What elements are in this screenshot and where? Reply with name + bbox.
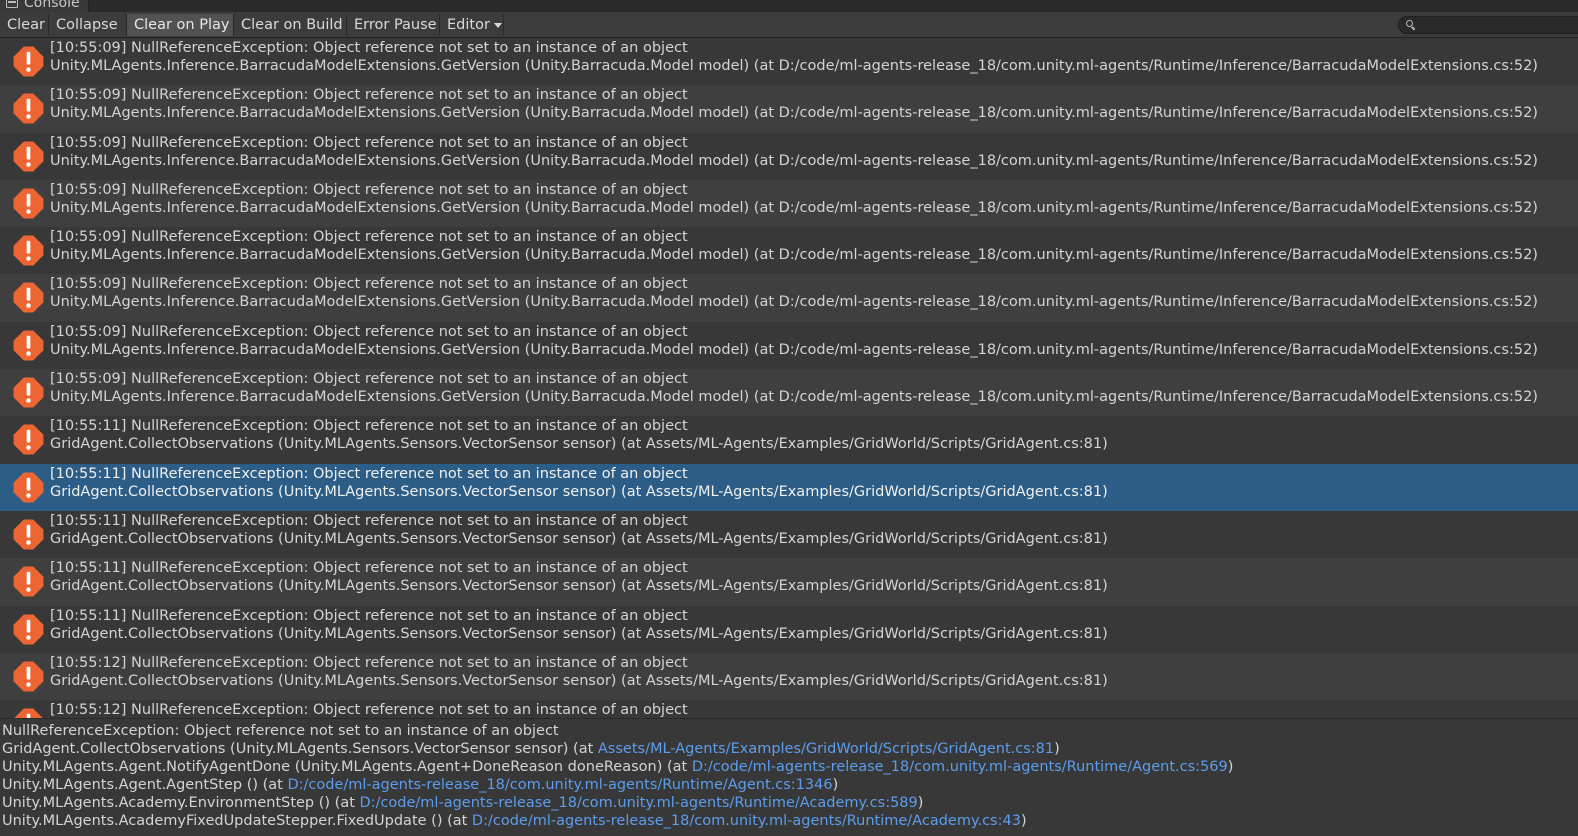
stack-frame-suffix: ) (1227, 759, 1234, 775)
stack-frame-link[interactable]: D:/code/ml-agents-release_18/com.unity.m… (287, 777, 832, 793)
error-icon (13, 424, 44, 455)
error-icon (13, 283, 44, 313)
clear-button[interactable]: Clear (0, 14, 49, 36)
log-stack-line: Unity.MLAgents.Inference.BarracudaModelE… (50, 152, 1538, 169)
error-icon (13, 235, 44, 266)
log-stack-line: GridAgent.CollectObservations (Unity.MLA… (50, 578, 1108, 595)
log-entry-row[interactable]: [10:55:09] NullReferenceException: Objec… (0, 179, 1578, 228)
log-stack-line: Unity.MLAgents.Inference.BarracudaModelE… (50, 341, 1538, 358)
stack-frame-link[interactable]: D:/code/ml-agents-release_18/com.unity.m… (692, 759, 1228, 775)
error-icon (13, 330, 44, 361)
error-icon (13, 93, 44, 124)
stack-frame-text: Unity.MLAgents.Agent.AgentStep () (at (2, 777, 288, 793)
log-message: [10:55:12] NullReferenceException: Objec… (50, 702, 688, 718)
editor-dropdown-label: Editor (447, 17, 490, 33)
error-icon (13, 566, 44, 597)
log-entry-row[interactable]: [10:55:12] NullReferenceException: Objec… (0, 700, 1578, 718)
stack-frame-suffix: ) (1054, 741, 1060, 757)
error-icon (13, 377, 44, 408)
stack-frame-suffix: ) (917, 795, 924, 811)
editor-dropdown[interactable]: Editor (440, 14, 504, 36)
log-stack-line: Unity.MLAgents.Inference.BarracudaModelE… (50, 199, 1538, 216)
log-entry-row[interactable]: [10:55:09] NullReferenceException: Objec… (0, 369, 1578, 417)
log-message: [10:55:11] NullReferenceException: Objec… (50, 560, 688, 577)
console-tab-label: Console (24, 0, 80, 11)
log-entry-row[interactable]: [10:55:12] NullReferenceException: Objec… (0, 652, 1578, 701)
console-tab[interactable]: Console (0, 0, 89, 12)
log-stack-line: Unity.MLAgents.Inference.BarracudaModelE… (50, 105, 1538, 122)
log-message: [10:55:09] NullReferenceException: Objec… (50, 371, 688, 388)
log-entry-row[interactable]: [10:55:11] NullReferenceException: Objec… (0, 605, 1578, 653)
log-message: [10:55:11] NullReferenceException: Objec… (50, 607, 688, 624)
stack-frame-text: Unity.MLAgents.Academy.EnvironmentStep (… (2, 795, 360, 811)
log-message: [10:55:11] NullReferenceException: Objec… (50, 418, 688, 435)
stack-frame: Unity.MLAgents.Agent.NotifyAgentDone (Un… (2, 758, 1578, 776)
error-icon (13, 472, 44, 503)
log-message: [10:55:09] NullReferenceException: Objec… (50, 323, 688, 340)
log-stack-line: GridAgent.CollectObservations (Unity.MLA… (50, 530, 1108, 547)
stack-frame-suffix: ) (832, 777, 839, 793)
log-stack-line: Unity.MLAgents.Inference.BarracudaModelE… (50, 247, 1538, 264)
error-icon (13, 188, 44, 219)
log-entry-row[interactable]: [10:55:11] NullReferenceException: Objec… (0, 558, 1578, 606)
chevron-down-icon (493, 22, 502, 28)
log-message: [10:55:09] NullReferenceException: Objec… (50, 276, 688, 293)
log-entry-row[interactable]: [10:55:09] NullReferenceException: Objec… (0, 85, 1578, 133)
stack-frame: Unity.MLAgents.AcademyFixedUpdateStepper… (2, 812, 1578, 830)
error-icon (13, 46, 44, 77)
log-stack-line: GridAgent.CollectObservations (Unity.MLA… (50, 483, 1108, 500)
console-window-icon (6, 0, 18, 8)
error-icon (13, 141, 44, 172)
log-stack-line: GridAgent.CollectObservations (Unity.MLA… (50, 625, 1108, 642)
console-toolbar: Clear Collapse Clear on Play Clear on Bu… (0, 12, 1578, 38)
search-icon (1406, 20, 1413, 27)
clear-on-build-button[interactable]: Clear on Build (234, 14, 347, 36)
log-message: [10:55:12] NullReferenceException: Objec… (50, 654, 688, 671)
collapse-button[interactable]: Collapse (49, 14, 127, 36)
log-entry-row[interactable]: [10:55:09] NullReferenceException: Objec… (0, 38, 1578, 86)
error-icon (13, 614, 44, 645)
stack-trace-panel: NullReferenceException: Object reference… (0, 718, 1578, 836)
log-stack-line: Unity.MLAgents.Inference.BarracudaModelE… (50, 294, 1538, 311)
stack-trace-header: NullReferenceException: Object reference… (2, 723, 559, 739)
stack-frame-link[interactable]: Assets/ML-Agents/Examples/GridWorld/Scri… (598, 741, 1054, 757)
log-entry-row[interactable]: [10:55:11] NullReferenceException: Objec… (0, 463, 1578, 511)
stack-frame: Unity.MLAgents.Agent.AgentStep () (at D:… (2, 776, 1578, 794)
log-message: [10:55:11] NullReferenceException: Objec… (50, 465, 688, 482)
stack-frame-text: GridAgent.CollectObservations (Unity.MLA… (2, 741, 598, 757)
log-entry-row[interactable]: [10:55:09] NullReferenceException: Objec… (0, 132, 1578, 180)
log-message: [10:55:09] NullReferenceException: Objec… (50, 134, 688, 151)
log-message: [10:55:09] NullReferenceException: Objec… (50, 229, 688, 246)
log-entry-list[interactable]: [10:55:09] NullReferenceException: Objec… (0, 38, 1578, 718)
log-stack-line: Unity.MLAgents.Inference.BarracudaModelE… (50, 389, 1538, 406)
stack-frame: Unity.MLAgents.Academy.EnvironmentStep (… (2, 794, 1578, 812)
error-icon (13, 661, 44, 692)
log-message: [10:55:09] NullReferenceException: Objec… (50, 181, 688, 198)
clear-on-play-button[interactable]: Clear on Play (127, 14, 234, 36)
stack-frame-text: Unity.MLAgents.AcademyFixedUpdateStepper… (2, 813, 472, 829)
search-box[interactable] (1398, 16, 1578, 34)
stack-frame-suffix: ) (1020, 813, 1027, 829)
log-message: [10:55:09] NullReferenceException: Objec… (50, 40, 688, 56)
log-entry-row[interactable]: [10:55:09] NullReferenceException: Objec… (0, 227, 1578, 275)
log-message: [10:55:11] NullReferenceException: Objec… (50, 512, 688, 529)
stack-frame-link[interactable]: D:/code/ml-agents-release_18/com.unity.m… (472, 813, 1021, 829)
log-entry-row[interactable]: [10:55:11] NullReferenceException: Objec… (0, 510, 1578, 559)
error-icon (14, 708, 43, 718)
log-entry-row[interactable]: [10:55:11] NullReferenceException: Objec… (0, 416, 1578, 464)
log-entry-row[interactable]: [10:55:09] NullReferenceException: Objec… (0, 274, 1578, 322)
error-pause-button[interactable]: Error Pause (347, 14, 440, 36)
log-message: [10:55:09] NullReferenceException: Objec… (50, 87, 688, 104)
window-titlebar: Console (0, 0, 1578, 12)
log-stack-line: Unity.MLAgents.Inference.BarracudaModelE… (50, 58, 1538, 74)
stack-frame-text: Unity.MLAgents.Agent.NotifyAgentDone (Un… (2, 759, 692, 775)
stack-frame: GridAgent.CollectObservations (Unity.MLA… (2, 740, 1578, 758)
log-stack-line: GridAgent.CollectObservations (Unity.MLA… (50, 672, 1108, 689)
stack-frame-link[interactable]: D:/code/ml-agents-release_18/com.unity.m… (360, 795, 918, 811)
search-input[interactable] (1417, 17, 1575, 33)
log-stack-line: GridAgent.CollectObservations (Unity.MLA… (50, 436, 1108, 453)
log-entry-row[interactable]: [10:55:09] NullReferenceException: Objec… (0, 321, 1578, 370)
error-icon (13, 519, 44, 550)
